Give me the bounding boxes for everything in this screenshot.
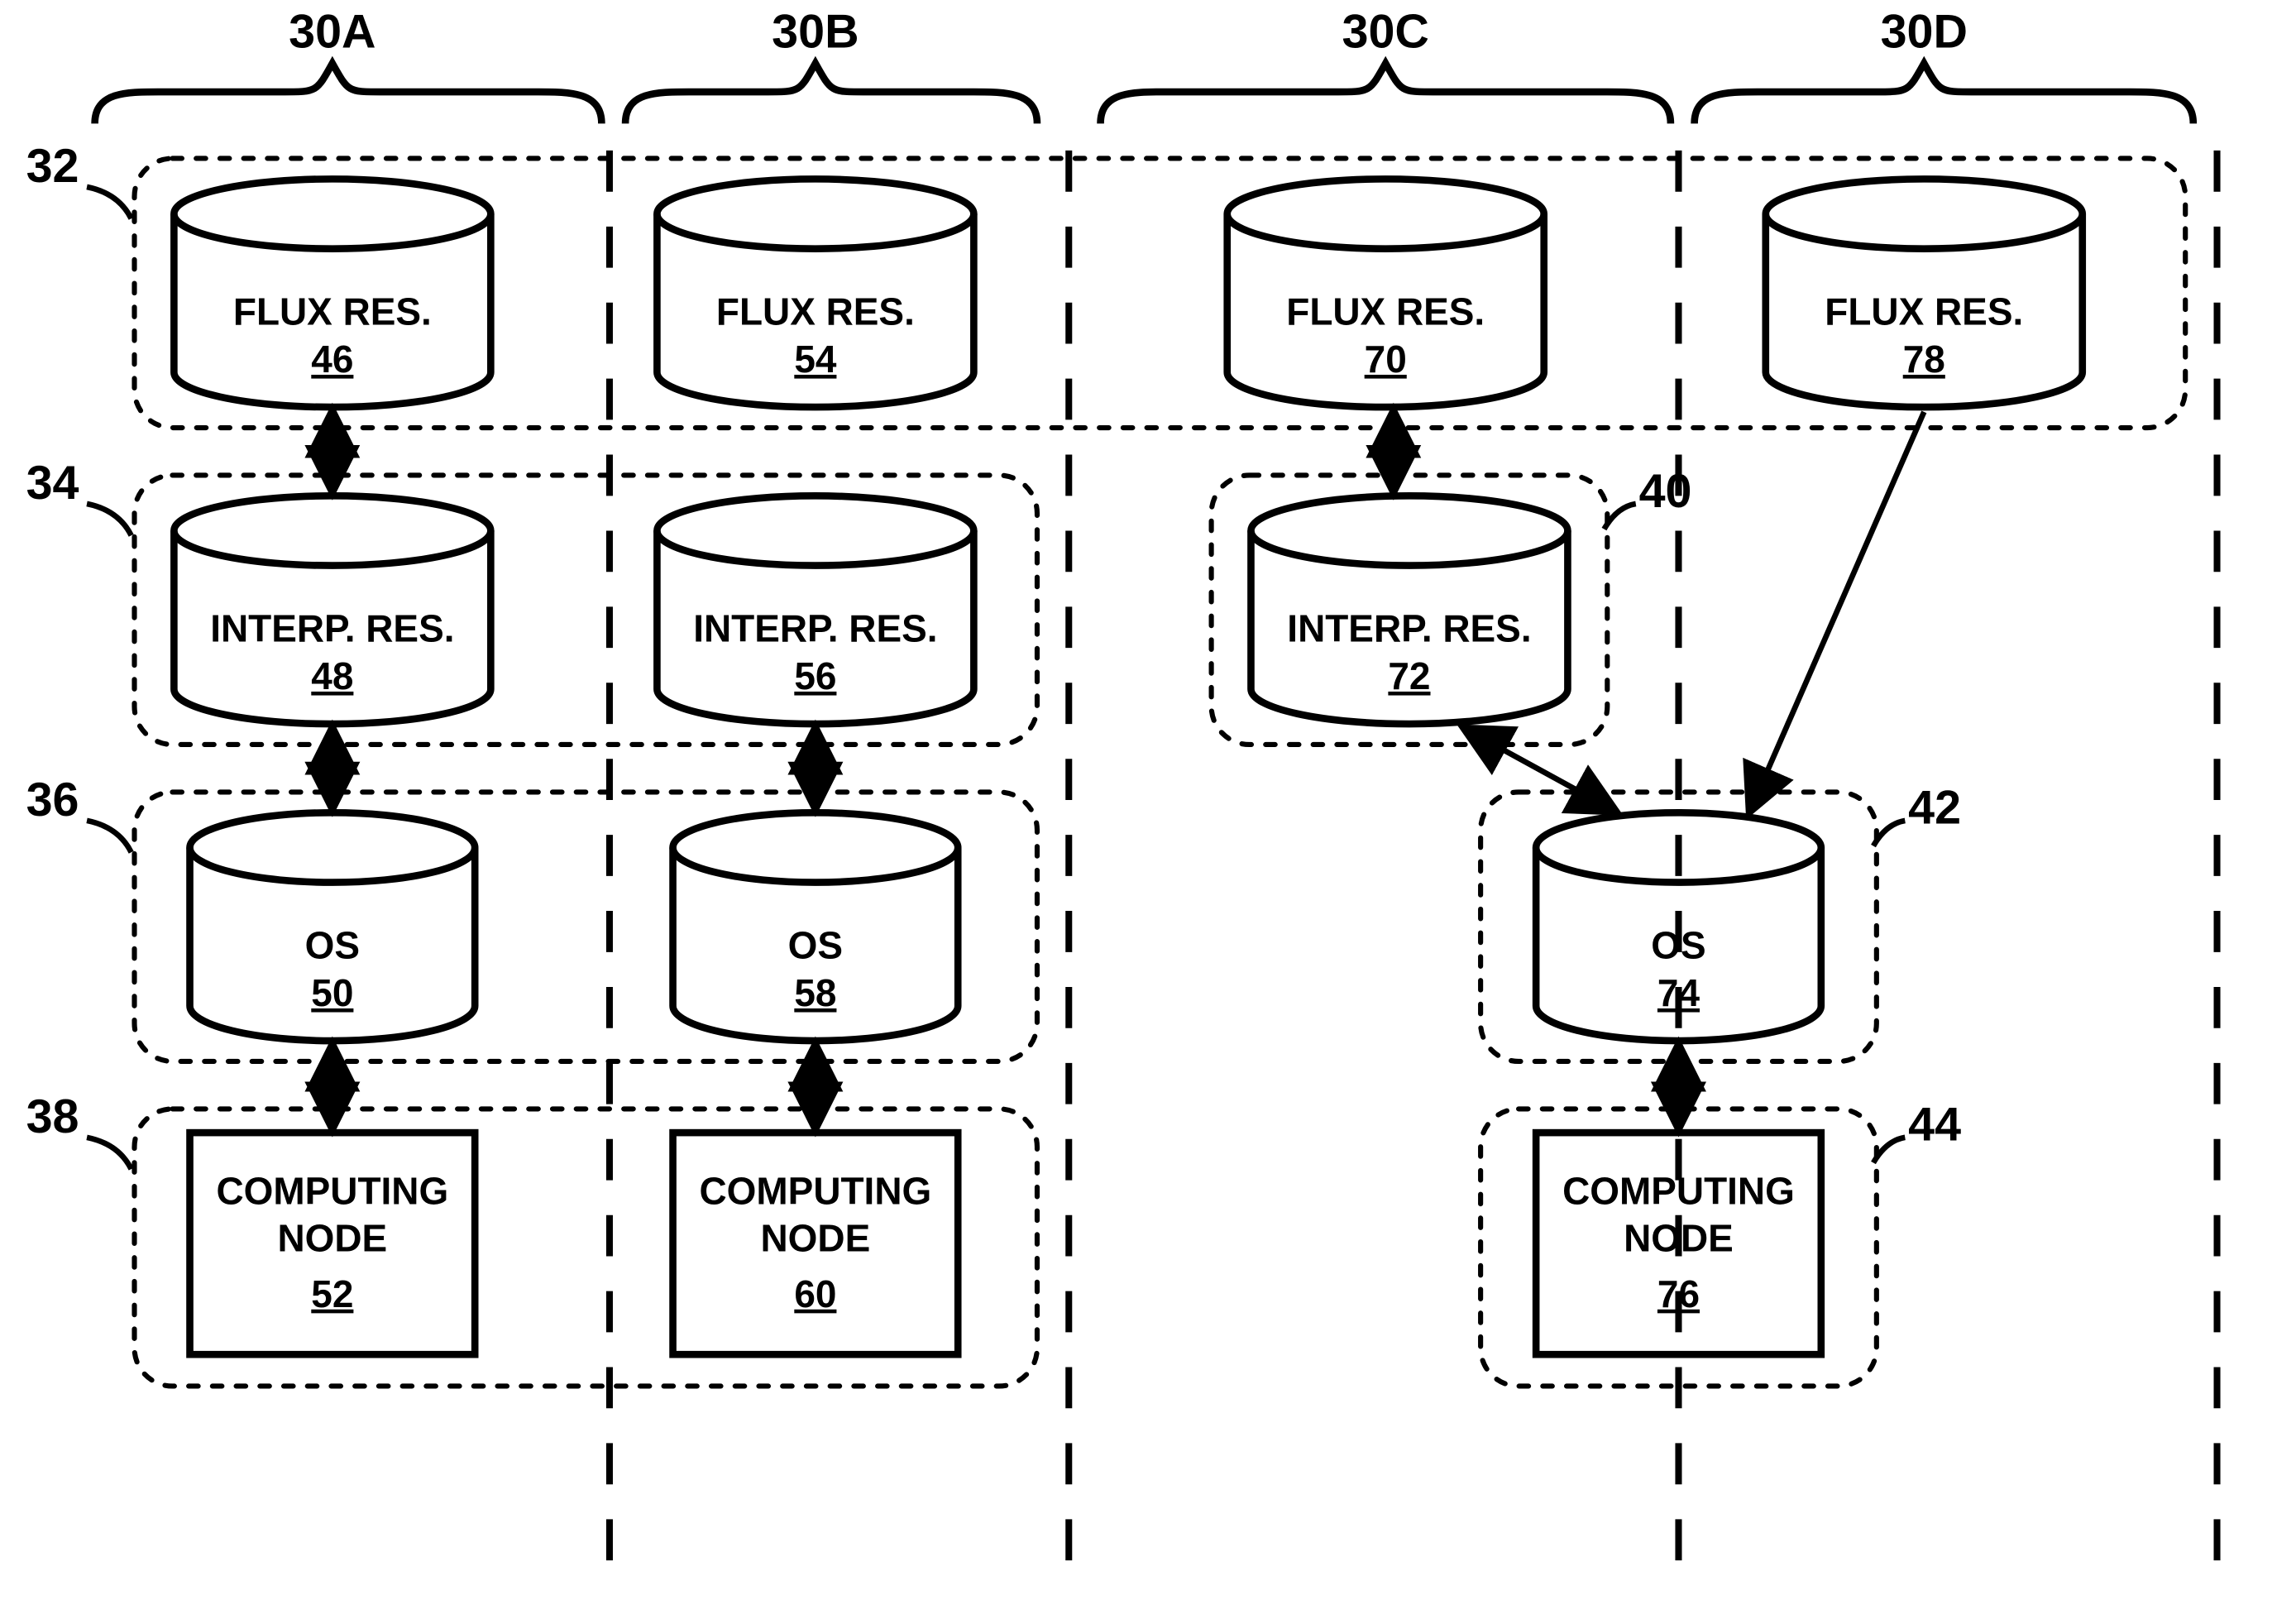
svg-text:36: 36 — [26, 774, 79, 826]
svg-text:30B: 30B — [772, 5, 859, 58]
row-36-group — [134, 792, 1036, 1061]
col-c-header: 30C — [1101, 5, 1671, 123]
svg-text:OS: OS — [1651, 923, 1705, 966]
svg-text:70: 70 — [1365, 338, 1407, 381]
svg-text:34: 34 — [26, 457, 79, 510]
diagram-root: 30A 30B 30C 30D 32 34 36 38 — [0, 0, 2296, 1600]
svg-text:40: 40 — [1639, 465, 1692, 518]
node-46-cyl: FLUX RES. 46 — [174, 179, 490, 407]
svg-text:52: 52 — [311, 1272, 353, 1315]
row-label-32: 32 — [26, 140, 132, 218]
col-a-header: 30A — [95, 5, 602, 123]
svg-text:INTERP. RES.: INTERP. RES. — [1287, 607, 1531, 650]
svg-text:74: 74 — [1657, 971, 1700, 1014]
svg-text:FLUX RES.: FLUX RES. — [1286, 290, 1485, 333]
arrow-78-74 — [1750, 412, 1925, 812]
svg-text:60: 60 — [794, 1272, 836, 1315]
col-d-header: 30D — [1695, 5, 2193, 123]
svg-text:76: 76 — [1657, 1272, 1700, 1315]
svg-text:58: 58 — [794, 971, 836, 1014]
side-label-40: 40 — [1604, 465, 1691, 529]
side-label-44: 44 — [1873, 1099, 1961, 1163]
side-label-42: 42 — [1873, 782, 1961, 846]
svg-text:32: 32 — [26, 140, 79, 193]
row-label-36: 36 — [26, 774, 132, 852]
svg-text:INTERP. RES.: INTERP. RES. — [693, 607, 937, 650]
node-60-box: COMPUTING NODE 60 — [673, 1133, 959, 1354]
svg-text:FLUX RES.: FLUX RES. — [716, 290, 915, 333]
svg-text:NODE: NODE — [761, 1217, 871, 1260]
svg-text:78: 78 — [1903, 338, 1945, 381]
node-56-cyl: INTERP. RES. 56 — [657, 496, 973, 724]
svg-text:72: 72 — [1388, 654, 1430, 697]
arrow-72-74 — [1465, 729, 1615, 812]
node-72-cyl: INTERP. RES. 72 — [1251, 496, 1567, 724]
svg-text:OS: OS — [305, 923, 360, 966]
svg-text:NODE: NODE — [277, 1217, 387, 1260]
svg-text:50: 50 — [311, 971, 353, 1014]
svg-text:COMPUTING: COMPUTING — [216, 1169, 448, 1212]
svg-text:42: 42 — [1908, 782, 1961, 835]
row-label-34: 34 — [26, 457, 132, 535]
svg-text:OS: OS — [788, 923, 843, 966]
svg-text:54: 54 — [794, 338, 837, 381]
row-label-38: 38 — [26, 1090, 132, 1169]
svg-text:COMPUTING: COMPUTING — [1562, 1169, 1795, 1212]
node-58-cyl: OS 58 — [673, 812, 959, 1041]
node-70-cyl: FLUX RES. 70 — [1227, 179, 1544, 407]
svg-text:FLUX RES.: FLUX RES. — [233, 290, 432, 333]
row-38-group — [134, 1109, 1036, 1386]
node-54-cyl: FLUX RES. 54 — [657, 179, 973, 407]
svg-text:30A: 30A — [289, 5, 375, 58]
svg-text:30C: 30C — [1342, 5, 1429, 58]
node-52-box: COMPUTING NODE 52 — [190, 1133, 476, 1354]
svg-text:FLUX RES.: FLUX RES. — [1825, 290, 2023, 333]
svg-text:44: 44 — [1908, 1099, 1961, 1152]
node-48-cyl: INTERP. RES. 48 — [174, 496, 490, 724]
svg-text:30D: 30D — [1881, 5, 1968, 58]
node-50-cyl: OS 50 — [190, 812, 476, 1041]
svg-text:48: 48 — [311, 654, 353, 697]
svg-text:38: 38 — [26, 1090, 79, 1143]
svg-text:46: 46 — [311, 338, 353, 381]
svg-text:COMPUTING: COMPUTING — [700, 1169, 932, 1212]
svg-text:NODE: NODE — [1624, 1217, 1734, 1260]
svg-text:INTERP. RES.: INTERP. RES. — [210, 607, 454, 650]
node-78-cyl: FLUX RES. 78 — [1766, 179, 2083, 407]
svg-text:56: 56 — [794, 654, 836, 697]
col-b-header: 30B — [625, 5, 1037, 123]
